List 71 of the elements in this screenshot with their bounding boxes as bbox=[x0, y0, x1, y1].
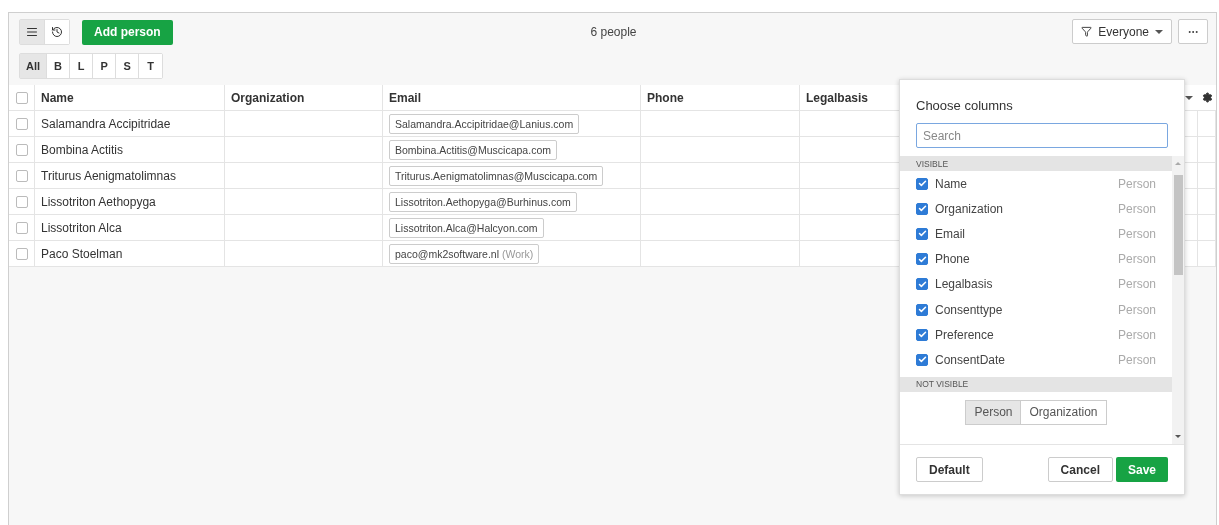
filter-icon bbox=[1081, 26, 1093, 37]
table-cell bbox=[1198, 215, 1216, 241]
checkbox[interactable] bbox=[15, 221, 28, 234]
section-heading: NOT VISIBLE bbox=[900, 376, 1172, 392]
checkbox[interactable] bbox=[916, 353, 928, 366]
column-type: Person bbox=[1117, 302, 1156, 317]
email-tag[interactable]: paco@mk2software.nl (Work) bbox=[389, 243, 540, 264]
checkbox[interactable] bbox=[15, 247, 28, 260]
list-view-button[interactable] bbox=[20, 20, 45, 44]
column-header[interactable]: Organization bbox=[225, 85, 383, 111]
column-label: Name bbox=[935, 176, 968, 191]
email-tag[interactable]: Lissotriton.Alca@Halcyon.com bbox=[389, 217, 544, 238]
column-header[interactable]: Email bbox=[383, 85, 641, 111]
column-label: Email bbox=[935, 226, 966, 241]
column-type: Person bbox=[1117, 226, 1156, 241]
list-icon bbox=[26, 26, 38, 38]
settings-icon[interactable] bbox=[1201, 92, 1213, 103]
checkbox[interactable] bbox=[15, 195, 28, 208]
column-label: ConsentDate bbox=[935, 352, 1007, 367]
column-label: Organization bbox=[935, 201, 1005, 216]
search-field[interactable]: Search bbox=[916, 123, 1168, 148]
table-cell bbox=[1198, 111, 1216, 137]
table-cell bbox=[1198, 241, 1216, 267]
column-header[interactable]: Name bbox=[35, 85, 225, 111]
table-cell: Lissotriton Alca bbox=[35, 215, 225, 241]
popover-title: Choose columns bbox=[915, 97, 1014, 115]
column-type: Person bbox=[1117, 327, 1156, 342]
checkbox[interactable] bbox=[15, 143, 28, 156]
column-label: Phone bbox=[935, 252, 971, 267]
checkbox[interactable] bbox=[916, 177, 928, 190]
table-cell: Salamandra Accipitridae bbox=[35, 111, 225, 137]
email-tag[interactable]: Salamandra.Accipitridae@Lanius.com bbox=[389, 113, 580, 134]
checkbox[interactable] bbox=[916, 328, 928, 341]
email-tag[interactable]: Bombina.Actitis@Muscicapa.com bbox=[389, 139, 557, 160]
segment-tab[interactable]: Person bbox=[965, 399, 1022, 425]
column-type: Person bbox=[1117, 201, 1156, 216]
checkbox[interactable] bbox=[916, 278, 928, 291]
email-tag[interactable]: Triturus.Aenigmatolimnas@Muscicapa.com bbox=[389, 165, 604, 186]
column-header[interactable]: Phone bbox=[641, 85, 800, 111]
cancel-button[interactable]: Cancel bbox=[1047, 457, 1113, 482]
table-cell bbox=[1198, 163, 1216, 189]
column-type: Person bbox=[1117, 176, 1156, 191]
checkbox[interactable] bbox=[15, 91, 28, 104]
checkbox[interactable] bbox=[916, 303, 928, 316]
caret-icon bbox=[1155, 29, 1163, 34]
table-cell: Bombina Actitis bbox=[35, 137, 225, 163]
default-button[interactable]: Default bbox=[916, 457, 983, 482]
table-cell bbox=[1198, 189, 1216, 215]
column-label: Consenttype bbox=[935, 302, 1004, 317]
column-type: Person bbox=[1117, 252, 1156, 267]
column-type: Person bbox=[1117, 277, 1156, 292]
people-count: 6 people bbox=[590, 25, 637, 41]
history-icon bbox=[51, 26, 63, 38]
filter-dropdown[interactable]: Everyone bbox=[1072, 19, 1172, 44]
checkbox[interactable] bbox=[916, 253, 928, 266]
segment-tab[interactable]: Organization bbox=[1021, 399, 1107, 425]
column-label: Legalbasis bbox=[935, 277, 994, 292]
checkbox[interactable] bbox=[916, 202, 928, 215]
checkbox[interactable] bbox=[15, 117, 28, 130]
table-cell: Lissotriton Aethopyga bbox=[35, 189, 225, 215]
table-cell bbox=[1198, 137, 1216, 163]
letter-filter-tab[interactable]: All bbox=[20, 54, 48, 78]
section-heading: VISIBLE bbox=[900, 156, 1172, 171]
checkbox[interactable] bbox=[15, 169, 28, 182]
email-tag[interactable]: Lissotriton.Aethopyga@Burhinus.com bbox=[389, 191, 577, 212]
table-cell: Triturus Aenigmatolimnas bbox=[35, 163, 225, 189]
scrollbar[interactable] bbox=[1172, 156, 1184, 444]
table-cell: Paco Stoelman bbox=[35, 241, 225, 267]
column-label: Preference bbox=[935, 327, 995, 342]
column-type: Person bbox=[1117, 352, 1156, 367]
checkbox[interactable] bbox=[916, 227, 928, 240]
